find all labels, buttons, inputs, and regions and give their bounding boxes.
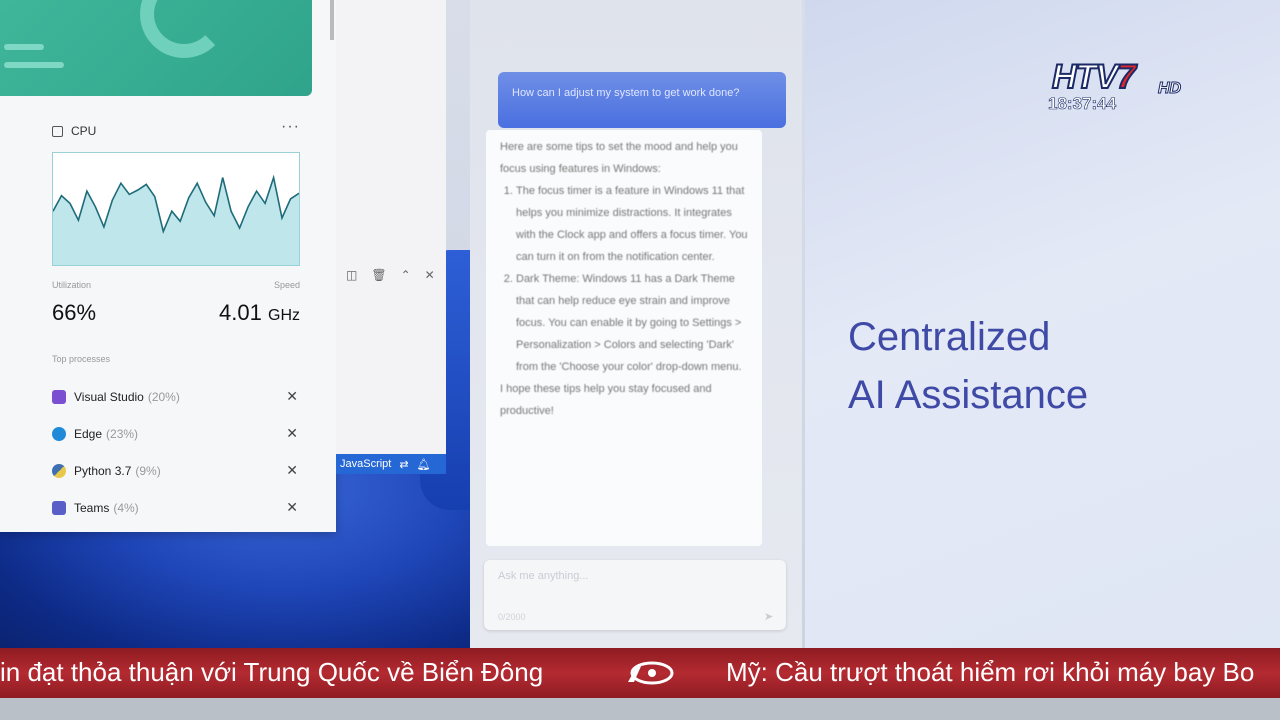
chevron-up-icon[interactable]: ⌃ xyxy=(401,268,411,282)
cpu-header: CPU xyxy=(52,124,96,138)
cpu-title: CPU xyxy=(71,124,97,138)
broadcast-clock: 18:37:44 xyxy=(1048,94,1117,114)
send-icon[interactable]: ➤ xyxy=(764,610,776,623)
process-percent: (9%) xyxy=(135,463,161,478)
headline-line1: Centralized xyxy=(848,315,1051,359)
trash-icon[interactable]: 🗑 xyxy=(371,268,386,282)
more-options-icon[interactable]: ··· xyxy=(281,118,300,136)
process-percent: (4%) xyxy=(113,500,139,515)
top-processes-title: Top processes xyxy=(52,354,111,364)
process-percent: (20%) xyxy=(147,389,180,404)
process-name: Python 3.7 xyxy=(74,463,132,478)
process-row[interactable]: Edge (23%) ✕ xyxy=(52,415,298,452)
speed-label: Speed xyxy=(273,280,300,290)
tip-item: Dark Theme: Windows 11 has a Dark Theme … xyxy=(516,268,748,378)
close-icon[interactable]: ✕ xyxy=(286,425,298,442)
utilization-label: Utilization xyxy=(52,280,92,290)
process-row[interactable]: Visual Studio (20%) ✕ xyxy=(52,378,298,415)
close-icon[interactable]: ✕ xyxy=(425,268,435,282)
widgets-panel: CPU ··· Utilization Speed 66% 4.01 GHz T… xyxy=(0,0,336,532)
process-row[interactable]: Python 3.7 (9%) ✕ xyxy=(52,452,298,489)
bell-icon[interactable]: 🔔︎ xyxy=(417,458,431,471)
speed-number: 4.01 xyxy=(219,300,262,325)
close-icon[interactable]: ✕ xyxy=(286,388,298,405)
process-name: Visual Studio xyxy=(74,389,144,404)
speed-value: 4.01 GHz xyxy=(219,300,300,326)
cpu-usage-chart xyxy=(52,152,300,266)
answer-intro: Here are some tips to set the mood and h… xyxy=(500,141,738,175)
ticker-item: in đạt thỏa thuận với Trung Quốc về Biển… xyxy=(0,657,544,687)
answer-outro: I hope these tips help you stay focused … xyxy=(500,383,712,417)
news-ticker: in đạt thỏa thuận với Trung Quốc về Biển… xyxy=(0,648,1280,698)
process-list: Visual Studio (20%) ✕ Edge (23%) ✕ Pytho… xyxy=(52,378,298,526)
language-mode[interactable]: JavaScript xyxy=(340,458,391,470)
editor-status-bar: JavaScript ⇄ 🔔︎ xyxy=(336,454,446,474)
edge-icon xyxy=(52,426,66,441)
copilot-pane: How can I adjust my system to get work d… xyxy=(470,0,802,648)
green-widget-card[interactable] xyxy=(0,0,312,96)
scrollbar[interactable] xyxy=(330,0,334,40)
share-icon[interactable]: ⇄ xyxy=(399,458,408,471)
headline-line2: AI Assistance xyxy=(848,373,1089,417)
editor-toolbar: ◫ 🗑 ⌃ ✕ xyxy=(346,268,435,282)
close-icon[interactable]: ✕ xyxy=(286,499,298,516)
process-row[interactable]: Teams (4%) ✕ xyxy=(52,489,298,526)
tips-list: The focus timer is a feature in Windows … xyxy=(500,180,748,378)
cpu-area-fill xyxy=(53,177,299,265)
assistant-message: Here are some tips to set the mood and h… xyxy=(486,130,762,546)
cpu-widget: CPU ··· Utilization Speed 66% 4.01 GHz T… xyxy=(46,114,312,532)
split-icon[interactable]: ◫ xyxy=(346,268,357,282)
channel-number: 7 xyxy=(1116,57,1137,97)
chat-input-placeholder: Ask me anything... xyxy=(498,570,589,582)
channel-name-htv: HTV xyxy=(1051,57,1119,97)
tip-item: The focus timer is a feature in Windows … xyxy=(516,180,748,268)
char-counter: 0/2000 xyxy=(498,612,526,622)
process-percent: (23%) xyxy=(106,426,139,441)
bottom-strip xyxy=(0,698,1280,720)
card-bar xyxy=(4,62,64,68)
user-message: How can I adjust my system to get work d… xyxy=(498,72,786,128)
card-bar xyxy=(4,44,44,50)
hd-badge: HD xyxy=(1157,80,1182,98)
visual-studio-icon xyxy=(52,389,66,404)
process-name: Teams xyxy=(74,500,110,515)
chat-input[interactable]: Ask me anything... 0/2000 ➤ xyxy=(484,560,786,630)
speed-unit: GHz xyxy=(268,307,300,324)
process-name: Edge xyxy=(74,426,103,441)
htv-ticker-logo-icon xyxy=(628,661,674,685)
utilization-value: 66% xyxy=(52,300,97,325)
headline: Centralized AI Assistance xyxy=(848,308,1088,424)
python-icon xyxy=(52,463,66,478)
channel-name: HTV7 xyxy=(1051,57,1137,97)
ring-graphic xyxy=(140,0,228,58)
ticker-item: Mỹ: Cầu trượt thoát hiểm rơi khỏi máy ba… xyxy=(726,657,1255,687)
teams-icon xyxy=(52,500,66,515)
cpu-icon xyxy=(52,125,63,137)
code-editor-window: ◫ 🗑 ⌃ ✕ JavaScript ⇄ 🔔︎ xyxy=(330,0,446,474)
close-icon[interactable]: ✕ xyxy=(286,462,298,479)
